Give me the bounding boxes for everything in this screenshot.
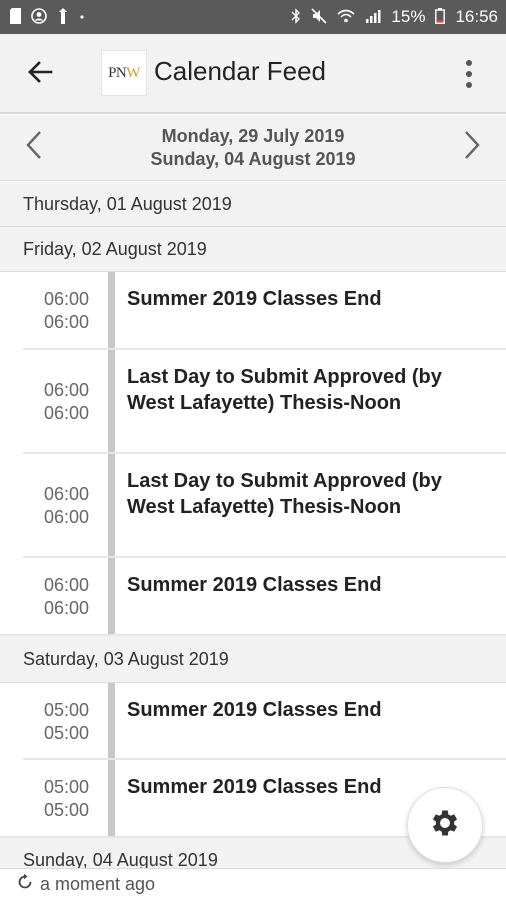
event-end-time: 06:00 [43,403,89,423]
more-vert-icon [466,60,472,66]
event-color-bar [108,558,115,636]
event-time: 06:00 06:00 [0,454,108,558]
event-end-time: 05:00 [43,722,89,743]
event-title: Summer 2019 Classes End [127,776,382,798]
event-title: Summer 2019 Classes End [127,699,382,721]
arrow-left-icon [27,60,53,89]
battery-icon [435,7,446,27]
event-start-time: 05:00 [43,777,89,797]
event-item[interactable]: 06:00 06:00 Last Day to Submit Approved … [0,454,506,558]
sync-status-bar: a moment ago [0,868,506,900]
app-bar: PN W Calendar Feed [0,34,506,114]
last-updated-text: a moment ago [40,874,156,894]
week-navigator: Monday, 29 July 2019 Sunday, 04 August 2… [0,115,506,181]
event-item[interactable]: 05:00 05:00 Summer 2019 Classes End [0,683,506,760]
event-time: 06:00 06:00 [0,350,108,454]
event-end-time: 06:00 [43,507,89,527]
bluetooth-icon [291,7,301,27]
event-list[interactable]: Thursday, 01 August 2019 Friday, 02 Augu… [0,182,506,868]
status-bar: 15% 16:56 [0,0,506,34]
gear-icon [428,806,462,845]
event-start-time: 06:00 [43,289,89,309]
next-week-button[interactable] [452,127,492,167]
back-button[interactable] [18,52,62,96]
event-item[interactable]: 06:00 06:00 Last Day to Submit Approved … [0,350,506,454]
app-logo: PN W [101,50,147,96]
event-time: 06:00 06:00 [0,272,108,350]
usb-icon [57,7,69,27]
event-time: 05:00 05:00 [0,683,108,760]
signal-icon [365,8,381,27]
mute-icon [311,7,327,27]
day-header: Friday, 02 August 2019 [0,227,506,272]
date-range: Monday, 29 July 2019 Sunday, 04 August 2… [0,125,506,171]
battery-percent: 15% [391,7,426,26]
wifi-icon [337,8,355,27]
account-circle-icon [31,7,47,27]
event-start-time: 06:00 [43,380,89,400]
event-title: Summer 2019 Classes End [127,288,382,310]
page-title: Calendar Feed [154,56,326,86]
event-title: Summer 2019 Classes End [127,574,382,596]
event-start-time: 05:00 [43,699,89,720]
event-color-bar [108,454,115,558]
day-header: Thursday, 01 August 2019 [0,182,506,227]
event-time: 06:00 06:00 [0,558,108,636]
refresh-icon[interactable] [16,873,34,896]
event-start-time: 06:00 [43,484,89,504]
event-start-time: 06:00 [43,575,89,595]
event-color-bar [108,760,115,838]
event-end-time: 05:00 [43,800,89,820]
event-title: Last Day to Submit Approved (by West Laf… [127,366,442,414]
event-color-bar [108,683,115,760]
status-right-icons: 15% 16:56 [291,7,498,27]
event-color-bar [108,350,115,454]
event-title: Last Day to Submit Approved (by West Laf… [127,470,442,518]
overflow-menu-button[interactable] [454,52,484,96]
sim-card-icon [10,7,21,27]
range-end: Sunday, 04 August 2019 [150,149,356,169]
event-time: 05:00 05:00 [0,760,108,838]
settings-button[interactable] [407,787,483,863]
event-color-bar [108,272,115,350]
event-item[interactable]: 06:00 06:00 Summer 2019 Classes End [0,558,506,636]
day-header: Saturday, 03 August 2019 [0,636,506,683]
chevron-right-icon [463,130,481,165]
dot-icon [79,8,85,27]
status-left-icons [10,7,85,27]
event-item[interactable]: 06:00 06:00 Summer 2019 Classes End [0,272,506,350]
clock: 16:56 [455,7,498,26]
event-end-time: 06:00 [43,598,89,618]
event-end-time: 06:00 [43,312,89,332]
range-start: Monday, 29 July 2019 [161,126,345,146]
